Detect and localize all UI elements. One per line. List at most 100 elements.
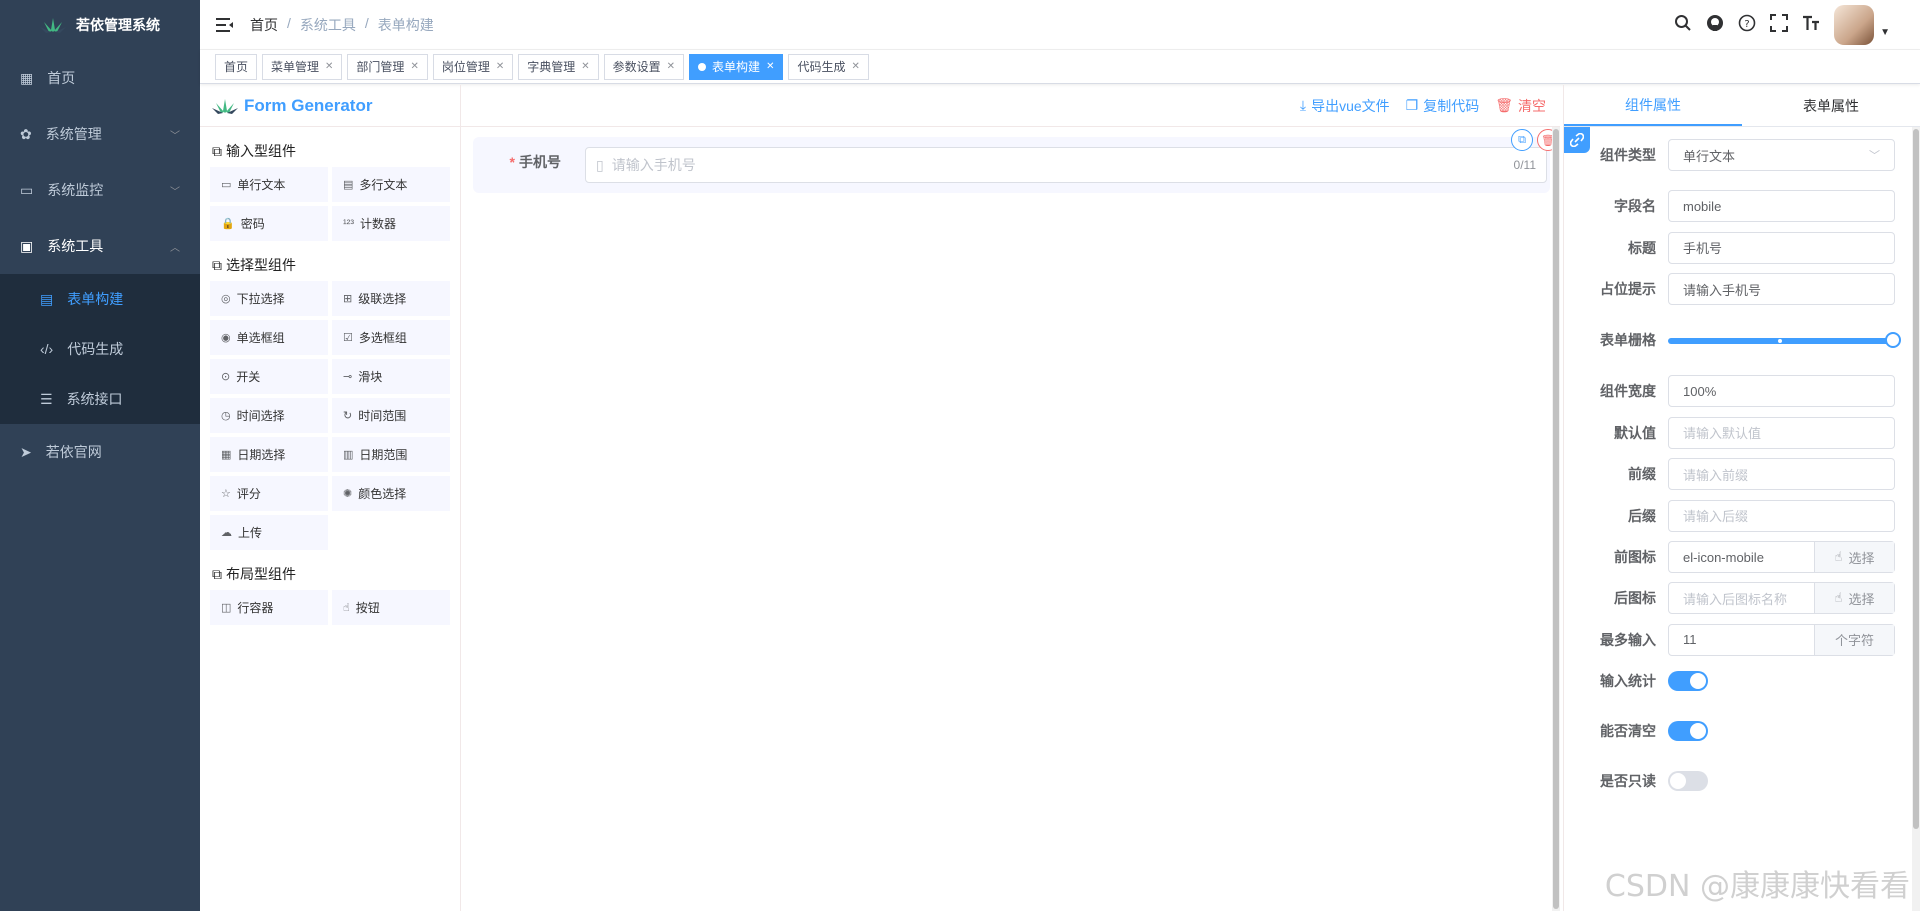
mobile-input[interactable]: ▯ 请输入手机号 0/11	[585, 147, 1547, 183]
prop-input-group[interactable]: el-icon-mobile ☝ 选择	[1668, 541, 1895, 573]
close-icon[interactable]: ✕	[496, 61, 504, 72]
component-item[interactable]: ✺ 颜色选择	[332, 476, 450, 511]
fullscreen-icon[interactable]	[1770, 14, 1789, 35]
tab-form-props[interactable]: 表单属性	[1742, 85, 1920, 126]
sidebar-item-swagger[interactable]: ☰ 系统接口	[0, 374, 200, 424]
hamburger-icon[interactable]	[200, 17, 250, 33]
sidebar-item-monitor[interactable]: ▭ 系统监控 ﹀	[0, 162, 200, 218]
component-item[interactable]: ¹²³ 计数器	[332, 206, 450, 241]
component-label: 密码	[240, 217, 265, 231]
tag-dept[interactable]: 部门管理 ✕	[347, 53, 428, 80]
component-item[interactable]: ▤ 多行文本	[332, 167, 450, 202]
font-size-icon[interactable]	[1802, 14, 1820, 35]
close-icon[interactable]: ✕	[667, 61, 675, 72]
prop-append[interactable]: ☝ 选择	[1815, 583, 1894, 614]
canvas-scrollbar[interactable]	[1552, 127, 1560, 911]
export-vue-button[interactable]: ⤓ 导出vue文件	[1300, 96, 1390, 116]
tag-label: 字典管理	[527, 60, 576, 74]
prop-input[interactable]: 请输入前缀	[1668, 458, 1895, 490]
component-item[interactable]: ⊞ 级联选择	[332, 281, 450, 316]
append-label: 选择	[1848, 591, 1875, 607]
breadcrumb-tools[interactable]: 系统工具	[300, 15, 356, 35]
prop-input[interactable]: 请输入手机号	[1668, 273, 1895, 305]
tag-post[interactable]: 岗位管理 ✕	[432, 53, 514, 80]
lotus-logo-icon	[212, 98, 238, 114]
sidebar-item-label: 系统接口	[66, 391, 123, 407]
copy-document-icon: ❐	[1405, 97, 1419, 113]
slider-handle[interactable]	[1885, 332, 1901, 348]
caret-down-icon[interactable]: ▼	[1880, 27, 1890, 38]
component-item[interactable]: ◫ 行容器	[210, 590, 328, 625]
prop-append[interactable]: ☝ 选择	[1815, 542, 1894, 572]
component-label: 颜色选择	[358, 487, 407, 501]
component-item[interactable]: ↻ 时间范围	[332, 398, 450, 433]
github-icon[interactable]	[1706, 14, 1724, 35]
clock-icon: ◷	[221, 410, 231, 422]
sidebar-item-website[interactable]: ➤ 若依官网	[0, 424, 200, 480]
component-item[interactable]: ◎ 下拉选择	[210, 281, 328, 316]
component-item[interactable]: ▥ 日期范围	[332, 437, 450, 472]
prop-input[interactable]: 手机号	[1668, 231, 1895, 264]
sidebar-logo[interactable]: 若依管理系统	[0, 0, 200, 50]
close-icon[interactable]: ✕	[766, 61, 774, 72]
group-title-text: 选择型组件	[226, 257, 296, 273]
component-item[interactable]: ▦ 日期选择	[210, 437, 328, 472]
component-item[interactable]: ☁ 上传	[210, 515, 328, 550]
close-icon[interactable]: ✕	[325, 61, 333, 72]
properties-scrollbar[interactable]	[1912, 127, 1920, 911]
tag-home[interactable]: 首页	[215, 53, 258, 80]
form-item-mobile[interactable]: * 手机号 ▯ 请输入手机号 0/11 ⧉ 🗑	[473, 129, 1559, 193]
sidebar-item-form-build[interactable]: ▤ 表单构建	[0, 274, 200, 324]
prop-switch[interactable]	[1668, 770, 1708, 791]
component-grid: ◎ 下拉选择 ⊞ 级联选择 ◉ 单选框组 ☑ 多选框组 ⊙ 开关 ⊸ 滑块 ◷ 时间选择 ↻ 时间范围 ▦ 日期选…	[200, 281, 460, 550]
component-item[interactable]: 🔒 密码	[210, 206, 328, 241]
component-item[interactable]: ☑ 多选框组	[332, 320, 450, 355]
sidebar-item-system[interactable]: ✿ 系统管理 ﹀	[0, 106, 200, 162]
component-item[interactable]: ⊙ 开关	[210, 359, 328, 394]
clear-label: 清空	[1518, 97, 1546, 114]
prop-switch[interactable]	[1668, 720, 1708, 741]
breadcrumb-home[interactable]: 首页	[250, 15, 278, 35]
sidebar-item-code-gen[interactable]: ‹/› 代码生成	[0, 324, 200, 374]
prop-input-group[interactable]: 11 个字符	[1668, 623, 1895, 656]
prop-input[interactable]: 请输入后缀	[1668, 499, 1895, 532]
prop-input[interactable]: mobile	[1668, 190, 1895, 222]
close-icon[interactable]: ✕	[851, 61, 859, 72]
prop-label: 前缀	[1628, 466, 1656, 482]
copy-code-button[interactable]: ❐ 复制代码	[1406, 96, 1480, 116]
grid-span-slider[interactable]	[1668, 332, 1901, 348]
component-type-select[interactable]: 单行文本 ﹀	[1668, 139, 1895, 171]
copy-item-button[interactable]: ⧉	[1511, 129, 1533, 151]
prop-input[interactable]: 请输入默认值	[1668, 416, 1895, 449]
prop-input[interactable]: 11	[1669, 624, 1815, 655]
prop-input-group[interactable]: 请输入后图标名称 ☝ 选择	[1668, 582, 1895, 615]
form-item-label-text: 手机号	[519, 154, 561, 170]
tab-component-props[interactable]: 组件属性	[1564, 85, 1742, 126]
tag-config[interactable]: 参数设置 ✕	[603, 53, 685, 80]
component-item[interactable]: ▭ 单行文本	[210, 167, 328, 202]
drawing-board[interactable]: * 手机号 ▯ 请输入手机号 0/11 ⧉ 🗑	[461, 127, 1559, 911]
prop-input[interactable]: 100%	[1668, 375, 1895, 407]
component-item[interactable]: ◷ 时间选择	[210, 398, 328, 433]
component-item[interactable]: ☝ 按钮	[332, 590, 450, 625]
prop-switch[interactable]	[1668, 670, 1708, 691]
tag-dict[interactable]: 字典管理 ✕	[518, 53, 599, 80]
sidebar-item-home[interactable]: ▦ 首页	[0, 50, 200, 106]
close-icon[interactable]: ✕	[410, 61, 418, 72]
sidebar-item-tools[interactable]: ▣ 系统工具 ︿	[0, 218, 200, 274]
close-icon[interactable]: ✕	[581, 61, 589, 72]
clear-button[interactable]: 🗑 清空	[1495, 96, 1546, 116]
search-icon[interactable]	[1674, 14, 1692, 35]
prop-input[interactable]: el-icon-mobile	[1669, 542, 1815, 572]
cascader-icon: ⊞	[343, 293, 353, 305]
prop-input[interactable]: 请输入后图标名称	[1669, 583, 1815, 614]
component-item[interactable]: ⊸ 滑块	[332, 359, 450, 394]
component-item[interactable]: ☆ 评分	[210, 476, 328, 511]
avatar[interactable]	[1834, 4, 1875, 45]
tag-form-build[interactable]: 表单构建 ✕	[689, 53, 784, 80]
tag-menu[interactable]: 菜单管理 ✕	[262, 53, 343, 80]
component-item[interactable]: ◉ 单选框组	[210, 320, 328, 355]
prop-append[interactable]: 个字符	[1815, 624, 1894, 655]
tag-code-gen[interactable]: 代码生成 ✕	[788, 53, 869, 80]
question-icon[interactable]: ?	[1738, 14, 1756, 35]
